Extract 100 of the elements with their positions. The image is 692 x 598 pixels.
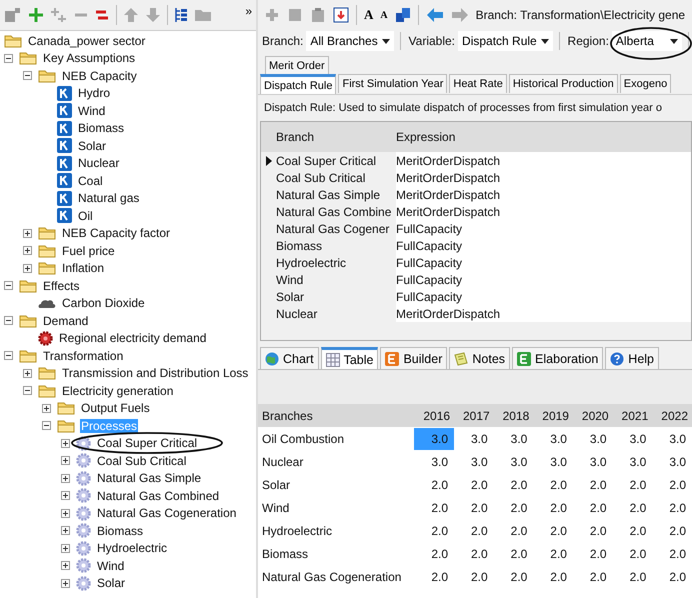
- tree-item[interactable]: Output Fuels: [80, 401, 151, 416]
- expression-cell[interactable]: FullCapacity: [396, 272, 462, 286]
- increase-font-button[interactable]: A: [364, 7, 374, 23]
- value-cell[interactable]: 2.0: [652, 566, 692, 588]
- tree-item[interactable]: Natural gas: [77, 191, 140, 206]
- expression-cell[interactable]: FullCapacity: [396, 238, 462, 252]
- tree-item[interactable]: Fuel price: [61, 244, 116, 258]
- tree-item[interactable]: Inflation: [61, 261, 106, 276]
- value-cell[interactable]: 2.0: [533, 474, 573, 496]
- value-cell[interactable]: 3.0: [612, 450, 652, 472]
- value-cell[interactable]: 3.0: [414, 450, 454, 472]
- value-cell[interactable]: 3.0: [533, 450, 573, 472]
- tree-item[interactable]: Transmission and Distribution Loss: [61, 366, 250, 380]
- value-cell[interactable]: 2.0: [494, 496, 534, 518]
- expression-cell[interactable]: MeritOrderDispatch: [396, 170, 500, 184]
- value-cell[interactable]: 2.0: [533, 496, 573, 518]
- variable-tab[interactable]: First Simulation Year: [338, 74, 448, 93]
- branch-cell[interactable]: Natural Gas Simple: [276, 186, 396, 203]
- value-cell[interactable]: 2.0: [652, 542, 692, 564]
- tree-item[interactable]: Nuclear: [77, 156, 120, 170]
- more-button[interactable]: »: [245, 4, 252, 18]
- tree-item[interactable]: Transformation: [42, 348, 124, 363]
- value-cell[interactable]: 2.0: [454, 566, 494, 588]
- filter-dropdown[interactable]: All Branches: [306, 31, 394, 51]
- tree-item[interactable]: Wind: [77, 104, 106, 118]
- value-cell[interactable]: 2.0: [494, 542, 534, 564]
- tree-item[interactable]: Solar: [77, 138, 108, 153]
- value-cell[interactable]: 2.0: [414, 474, 454, 496]
- value-cell[interactable]: 3.0: [494, 450, 534, 472]
- expression-cell[interactable]: FullCapacity: [396, 222, 462, 236]
- tree-item[interactable]: Wind: [96, 558, 126, 573]
- view-tab[interactable]: Help: [605, 347, 660, 369]
- tree-item[interactable]: Solar: [96, 576, 126, 590]
- branch-cell[interactable]: Coal Sub Critical: [276, 169, 396, 186]
- value-cell[interactable]: 2.0: [454, 542, 494, 564]
- tree-item[interactable]: NEB Capacity factor: [61, 226, 172, 240]
- value-cell[interactable]: 2.0: [572, 474, 613, 496]
- value-cell[interactable]: 2.0: [494, 474, 534, 496]
- value-cell[interactable]: 2.0: [572, 542, 613, 564]
- tree-item[interactable]: Demand: [42, 314, 90, 328]
- tree-item[interactable]: Electricity generation: [61, 384, 174, 398]
- value-cell[interactable]: 2.0: [572, 566, 613, 588]
- tree-item[interactable]: Hydro: [77, 86, 112, 100]
- value-cell[interactable]: 2.0: [494, 566, 534, 588]
- value-cell[interactable]: 2.0: [652, 520, 692, 542]
- value-cell[interactable]: 2.0: [414, 542, 454, 564]
- tree-item[interactable]: NEB Capacity: [61, 68, 138, 83]
- branch-cell[interactable]: Solar: [276, 288, 396, 305]
- branch-cell[interactable]: Nuclear: [276, 305, 396, 322]
- value-cell[interactable]: 2.0: [572, 520, 613, 542]
- filter-dropdown[interactable]: Alberta: [612, 31, 682, 51]
- view-tab[interactable]: Notes: [449, 347, 510, 369]
- tree-item[interactable]: Carbon Dioxide: [61, 296, 146, 310]
- variable-tab[interactable]: Dispatch Rule: [260, 74, 336, 94]
- value-cell[interactable]: 3.0: [454, 428, 494, 450]
- value-cell[interactable]: 3.0: [572, 450, 613, 472]
- tree-item[interactable]: Key Assumptions: [42, 51, 136, 66]
- filter-dropdown[interactable]: Dispatch Rule: [458, 31, 553, 51]
- tree-item[interactable]: Oil: [77, 208, 94, 223]
- value-cell[interactable]: 2.0: [494, 520, 534, 542]
- variable-tab[interactable]: Heat Rate: [449, 74, 507, 93]
- branch-cell[interactable]: Natural Gas Combine: [276, 203, 396, 220]
- value-cell[interactable]: 3.0: [612, 428, 652, 450]
- value-cell[interactable]: 3.0: [652, 428, 692, 450]
- value-cell[interactable]: 2.0: [454, 496, 494, 518]
- tree-item[interactable]: Effects: [42, 278, 80, 293]
- view-tab[interactable]: Elaboration: [512, 347, 604, 369]
- tree-item[interactable]: Natural Gas Cogeneration: [96, 506, 238, 520]
- expression-cell[interactable]: FullCapacity: [396, 256, 462, 270]
- variable-tab[interactable]: Historical Production: [508, 74, 618, 93]
- value-cell[interactable]: 2.0: [652, 496, 692, 518]
- branch-cell[interactable]: Coal Super Critical: [276, 152, 396, 169]
- tree-item[interactable]: Regional electricity demand: [58, 331, 208, 346]
- value-cell[interactable]: 2.0: [533, 566, 573, 588]
- tree-item[interactable]: Hydroelectric: [96, 541, 168, 556]
- value-cell[interactable]: 2.0: [533, 542, 573, 564]
- value-cell[interactable]: 2.0: [612, 542, 652, 564]
- view-tab[interactable]: Chart: [260, 347, 319, 369]
- tree-item[interactable]: Natural Gas Combined: [96, 488, 220, 503]
- value-cell[interactable]: 3.0: [652, 450, 692, 472]
- expression-cell[interactable]: MeritOrderDispatch: [396, 154, 500, 168]
- value-cell[interactable]: 2.0: [572, 496, 613, 518]
- value-cell[interactable]: 2.0: [414, 496, 454, 518]
- value-cell[interactable]: 3.0: [454, 450, 494, 472]
- value-cell[interactable]: 2.0: [454, 474, 494, 496]
- value-cell[interactable]: 2.0: [612, 474, 652, 496]
- view-tab[interactable]: Builder: [380, 347, 448, 369]
- value-cell[interactable]: 2.0: [414, 520, 454, 542]
- value-cell[interactable]: 3.0: [572, 428, 613, 450]
- tree-item[interactable]: Natural Gas Simple: [96, 471, 202, 486]
- expression-cell[interactable]: MeritOrderDispatch: [396, 188, 500, 202]
- value-cell[interactable]: 2.0: [454, 520, 494, 542]
- branch-cell[interactable]: Wind: [276, 271, 396, 288]
- expression-cell[interactable]: MeritOrderDispatch: [396, 204, 500, 218]
- expression-cell[interactable]: MeritOrderDispatch: [396, 306, 500, 320]
- tree-item[interactable]: Canada_power sector: [27, 34, 146, 48]
- tree-item[interactable]: Biomass: [77, 121, 126, 136]
- value-cell[interactable]: 3.0: [494, 428, 534, 450]
- variable-tab[interactable]: Merit Order: [265, 56, 329, 75]
- tree-item[interactable]: Coal: [77, 174, 104, 188]
